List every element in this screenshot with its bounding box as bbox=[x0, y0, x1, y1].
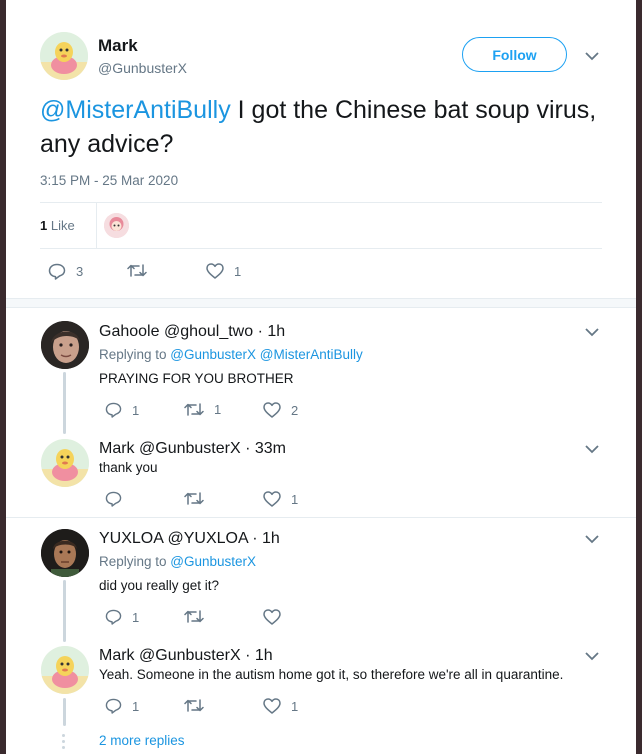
replying-prefix: Replying to bbox=[99, 554, 171, 569]
reply-count: 1 bbox=[132, 609, 140, 625]
reply-author-name[interactable]: Mark bbox=[99, 647, 135, 664]
retweet-icon bbox=[184, 492, 204, 505]
divider bbox=[96, 203, 97, 248]
reply-avatar[interactable] bbox=[41, 646, 89, 694]
like-count: 1 bbox=[291, 698, 299, 714]
reply-icon bbox=[105, 609, 122, 625]
reply-text: PRAYING FOR YOU BROTHER bbox=[99, 371, 294, 386]
divider bbox=[6, 517, 636, 518]
retweet-action[interactable]: 1 bbox=[184, 402, 221, 417]
thread-dots bbox=[62, 734, 66, 752]
thread-line bbox=[63, 698, 66, 726]
replying-to: Replying to @GunbusterX bbox=[99, 554, 256, 569]
chevron-down-icon[interactable] bbox=[583, 323, 601, 341]
reply-action[interactable] bbox=[105, 491, 132, 507]
author-name[interactable]: Mark bbox=[98, 36, 138, 56]
like-count: 2 bbox=[291, 402, 299, 418]
retweet-icon bbox=[184, 403, 204, 416]
reply-header: Mark @GunbusterX · 1h bbox=[99, 647, 273, 665]
section-separator bbox=[6, 298, 636, 308]
like-count-label: Like bbox=[47, 218, 75, 233]
thread-line bbox=[63, 372, 66, 434]
retweet-action[interactable] bbox=[127, 263, 157, 278]
reply-author-name[interactable]: Mark bbox=[99, 440, 135, 457]
reply-action[interactable]: 3 bbox=[48, 263, 83, 280]
reply-avatar[interactable] bbox=[41, 321, 89, 369]
main-tweet: Mark @GunbusterX Follow @MisterAntiBully… bbox=[6, 0, 636, 300]
mention-link[interactable]: @MisterAntiBully bbox=[40, 96, 231, 124]
reply-count: 1 bbox=[132, 402, 140, 418]
replying-prefix: Replying to bbox=[99, 347, 171, 362]
retweet-action[interactable] bbox=[184, 609, 214, 624]
reply-header: YUXLOA @YUXLOA · 1h bbox=[99, 530, 280, 548]
liker-avatar[interactable] bbox=[104, 213, 129, 238]
reply-text: Yeah. Someone in the autism home got it,… bbox=[99, 667, 564, 682]
reply-count: 1 bbox=[132, 698, 140, 714]
reply-author-meta[interactable]: @YUXLOA · 1h bbox=[163, 530, 279, 547]
like-action[interactable]: 2 bbox=[263, 402, 298, 418]
reply-header: Mark @GunbusterX · 33m bbox=[99, 440, 286, 458]
chevron-down-icon[interactable] bbox=[583, 47, 601, 65]
retweet-icon bbox=[184, 699, 204, 712]
heart-icon bbox=[263, 491, 281, 507]
retweet-icon bbox=[184, 610, 204, 623]
reply-avatar[interactable] bbox=[41, 529, 89, 577]
reply-action[interactable]: 1 bbox=[105, 402, 139, 418]
replying-to: Replying to @GunbusterX @MisterAntiBully bbox=[99, 347, 363, 362]
chevron-down-icon[interactable] bbox=[583, 530, 601, 548]
tweet-text: @MisterAntiBully I got the Chinese bat s… bbox=[40, 93, 610, 161]
heart-icon bbox=[263, 698, 281, 714]
reply-author-name[interactable]: YUXLOA bbox=[99, 530, 163, 547]
heart-icon bbox=[263, 609, 281, 625]
reply-action[interactable]: 1 bbox=[105, 609, 139, 625]
reply-author-meta[interactable]: @GunbusterX · 1h bbox=[135, 647, 273, 664]
reply-count: 3 bbox=[76, 264, 84, 279]
divider bbox=[40, 248, 602, 249]
chevron-down-icon[interactable] bbox=[583, 647, 601, 665]
like-count: 1 bbox=[234, 263, 242, 279]
thread-line bbox=[63, 580, 66, 642]
reply-icon bbox=[105, 698, 122, 714]
like-action[interactable]: 1 bbox=[263, 698, 298, 714]
chevron-down-icon[interactable] bbox=[583, 440, 601, 458]
like-action[interactable]: 1 bbox=[263, 491, 298, 507]
replying-to-link[interactable]: @GunbusterX @MisterAntiBully bbox=[170, 347, 362, 362]
author-avatar[interactable] bbox=[40, 32, 88, 80]
like-action[interactable]: 1 bbox=[206, 263, 241, 279]
tweet-card: Mark @GunbusterX Follow @MisterAntiBully… bbox=[6, 0, 636, 754]
reply-text: did you really get it? bbox=[99, 578, 220, 593]
author-handle[interactable]: @GunbusterX bbox=[98, 60, 187, 76]
retweet-count: 1 bbox=[214, 402, 222, 417]
like-count[interactable]: 1 Like bbox=[40, 218, 75, 233]
retweet-action[interactable] bbox=[184, 698, 214, 713]
like-action[interactable] bbox=[263, 609, 291, 625]
heart-icon bbox=[263, 402, 281, 418]
reply-header: Gahoole @ghoul_two · 1h bbox=[99, 323, 285, 341]
retweet-icon bbox=[127, 264, 147, 277]
reply-icon bbox=[105, 491, 122, 507]
replying-to-link[interactable]: @GunbusterX bbox=[170, 554, 256, 569]
likes-row: 1 Like bbox=[40, 203, 602, 248]
reply-action[interactable]: 1 bbox=[105, 698, 139, 714]
follow-button[interactable]: Follow bbox=[462, 37, 567, 72]
reply-author-meta[interactable]: @ghoul_two · 1h bbox=[160, 323, 285, 340]
reply-author-name[interactable]: Gahoole bbox=[99, 323, 160, 340]
heart-icon bbox=[206, 263, 224, 279]
reply-icon bbox=[48, 263, 66, 280]
retweet-action[interactable] bbox=[184, 491, 214, 506]
like-count: 1 bbox=[291, 491, 299, 507]
reply-text: thank you bbox=[99, 460, 158, 475]
reply-author-meta[interactable]: @GunbusterX · 33m bbox=[135, 440, 286, 457]
more-replies-link[interactable]: 2 more replies bbox=[99, 733, 185, 748]
reply-avatar[interactable] bbox=[41, 439, 89, 487]
timestamp[interactable]: 3:15 PM - 25 Mar 2020 bbox=[40, 173, 178, 188]
reply-icon bbox=[105, 402, 122, 418]
